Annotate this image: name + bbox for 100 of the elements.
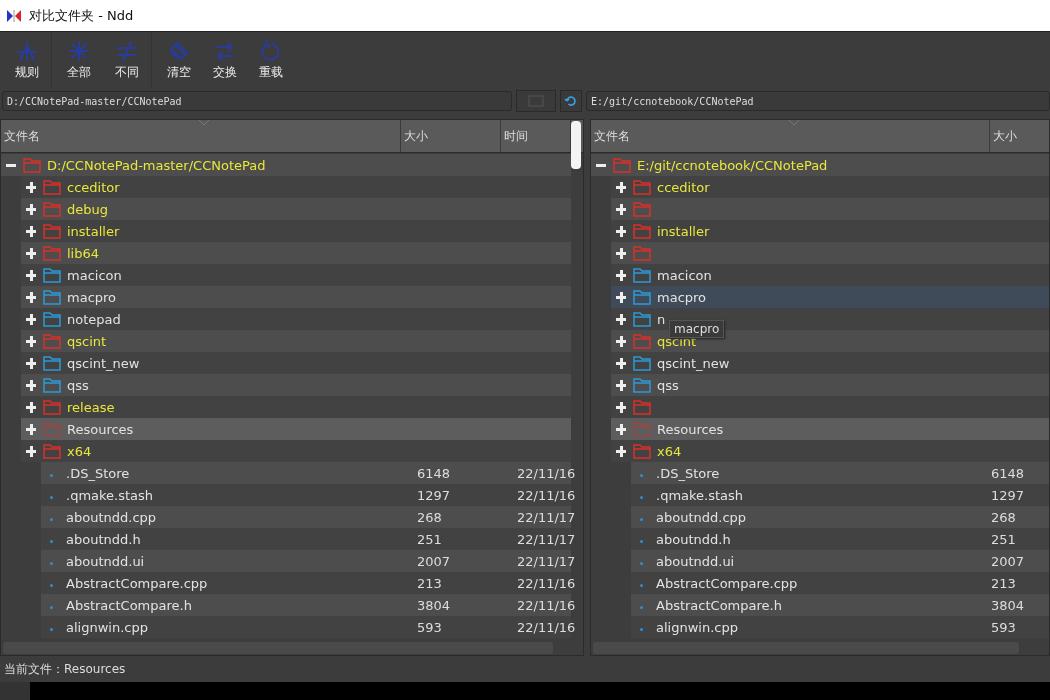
tree-row[interactable]: AbstractCompare.cpp 213	[631, 572, 1049, 594]
size-cell-text: 213	[416, 575, 443, 591]
tree-row[interactable]: x64	[21, 440, 571, 462]
scrollbar-thumb[interactable]	[571, 121, 581, 169]
tree-row[interactable]: qss	[21, 374, 571, 396]
file-dot-icon	[640, 628, 643, 631]
folder-name: qss	[67, 377, 89, 393]
file-name: aboutndd.ui	[66, 553, 145, 569]
column-header[interactable]: 大小	[401, 120, 501, 152]
folder-name: macpro	[657, 289, 707, 305]
tooltip: macpro	[669, 320, 725, 338]
toolbar-button[interactable]: 清空	[156, 32, 202, 88]
file-name: AbstractCompare.h	[66, 597, 192, 613]
file-name: .DS_Store	[66, 465, 130, 481]
file-name: alignwin.cpp	[66, 619, 148, 635]
tree-row[interactable]: macpro	[611, 286, 1049, 308]
size-cell-text: 6148	[416, 465, 452, 481]
folder-name: qscint_new	[657, 355, 730, 371]
size-cell-text: 6148	[990, 465, 1026, 481]
tree-row[interactable]: notepad	[21, 308, 571, 330]
file-name: alignwin.cpp	[656, 619, 738, 635]
refresh-icon	[564, 94, 578, 108]
toolbar-button[interactable]: 规则	[2, 32, 52, 88]
tree-row[interactable]: qscint_new	[611, 352, 1049, 374]
tree-row[interactable]: x64	[611, 440, 1049, 462]
size-cell-text: 268	[416, 509, 443, 525]
size-cell-text: 1297	[990, 487, 1026, 503]
horizontal-scrollbar[interactable]	[3, 642, 553, 654]
tree-row[interactable]: macicon	[21, 264, 571, 286]
tree-row[interactable]: .qmake.stash 1297	[631, 484, 1049, 506]
tree-row[interactable]: cceditor	[21, 176, 571, 198]
app-logo-icon	[7, 9, 21, 22]
tree-row[interactable]: D:/CCNotePad-master/CCNotePad	[1, 154, 571, 176]
file-name: AbstractCompare.cpp	[656, 575, 798, 591]
file-dot-icon	[50, 540, 53, 543]
tree-row[interactable]: installer	[21, 220, 571, 242]
horizontal-scrollbar[interactable]	[593, 642, 1019, 654]
tree-row[interactable]: release	[21, 396, 571, 418]
folder-name: D:/CCNotePad-master/CCNotePad	[47, 157, 266, 173]
tree-row[interactable]: lib64	[21, 242, 571, 264]
tree-row[interactable]: installer	[611, 220, 1049, 242]
folder-name: notepad	[67, 311, 121, 327]
tree-row[interactable]: alignwin.cpp 593	[631, 616, 1049, 638]
size-cell-text: 251	[416, 531, 443, 547]
file-dot-icon	[640, 562, 643, 565]
folder-name: qss	[657, 377, 679, 393]
tree-row[interactable]: macicon	[611, 264, 1049, 286]
tree-row[interactable]: aboutndd.ui 2007	[631, 550, 1049, 572]
tree-row[interactable]: Resources	[611, 418, 1049, 440]
tree-row[interactable]: qscint	[21, 330, 571, 352]
folder-name: macicon	[67, 267, 122, 283]
folder-name: macpro	[67, 289, 117, 305]
file-name: AbstractCompare.cpp	[66, 575, 208, 591]
swap-arrows-icon	[213, 39, 237, 62]
tree-row[interactable]: aboutndd.cpp 268	[631, 506, 1049, 528]
path-field[interactable]: E:/git/ccnotebook/CCNotePad	[586, 91, 1050, 111]
tree-row[interactable]: debug	[21, 198, 571, 220]
tree-row[interactable]: cceditor	[611, 176, 1049, 198]
column-header[interactable]: 文件名	[1, 120, 401, 152]
size-cell-text: 593	[990, 619, 1017, 635]
file-name: AbstractCompare.h	[656, 597, 782, 613]
file-name: .qmake.stash	[656, 487, 744, 503]
size-cell-text: 1297	[416, 487, 452, 503]
file-name: .qmake.stash	[66, 487, 154, 503]
folder-name: qscint_new	[67, 355, 140, 371]
folder-name: debug	[67, 201, 108, 217]
tree-row[interactable]: .DS_Store 6148	[631, 462, 1049, 484]
folder-name: x64	[657, 443, 682, 459]
toolbar-button[interactable]: 全部	[56, 32, 102, 88]
file-dot-icon	[640, 518, 643, 521]
tree-row[interactable]: qscint_new	[21, 352, 571, 374]
folder-name: x64	[67, 443, 92, 459]
file-name: .DS_Store	[656, 465, 720, 481]
size-cell-text: 2007	[416, 553, 452, 569]
tree-row[interactable]: aboutndd.h 251	[631, 528, 1049, 550]
sort-indicator-icon	[789, 120, 799, 125]
file-name: aboutndd.h	[66, 531, 141, 547]
folder-name: macicon	[657, 267, 712, 283]
column-header[interactable]: 大小	[990, 120, 1049, 152]
tree-row[interactable]: Resources	[21, 418, 571, 440]
tree-row[interactable]: AbstractCompare.h 3804	[631, 594, 1049, 616]
toolbar-button[interactable]: 重载	[248, 32, 294, 88]
tree-row[interactable]: macpro	[21, 286, 571, 308]
file-dot-icon	[640, 584, 643, 587]
size-cell-text: 2007	[990, 553, 1026, 569]
toolbar-button[interactable]: 交换	[202, 32, 248, 88]
tree-row[interactable]: qss	[611, 374, 1049, 396]
path-field[interactable]: D:/CCNotePad-master/CCNotePad	[2, 91, 512, 111]
refresh-button[interactable]	[560, 90, 582, 112]
folder-name: Resources	[67, 421, 134, 437]
column-header[interactable]: 文件名	[591, 120, 990, 152]
toolbar-button[interactable]: 不同	[102, 32, 152, 88]
folder-name: E:/git/ccnotebook/CCNotePad	[637, 157, 828, 173]
file-dot-icon	[640, 474, 643, 477]
size-cell-text: 3804	[990, 597, 1026, 613]
not-equal-icon	[114, 39, 139, 62]
folder-name: qscint	[67, 333, 107, 349]
tree-row[interactable]: E:/git/ccnotebook/CCNotePad	[591, 154, 1049, 176]
file-dot-icon	[640, 540, 643, 543]
file-name: aboutndd.ui	[656, 553, 735, 569]
